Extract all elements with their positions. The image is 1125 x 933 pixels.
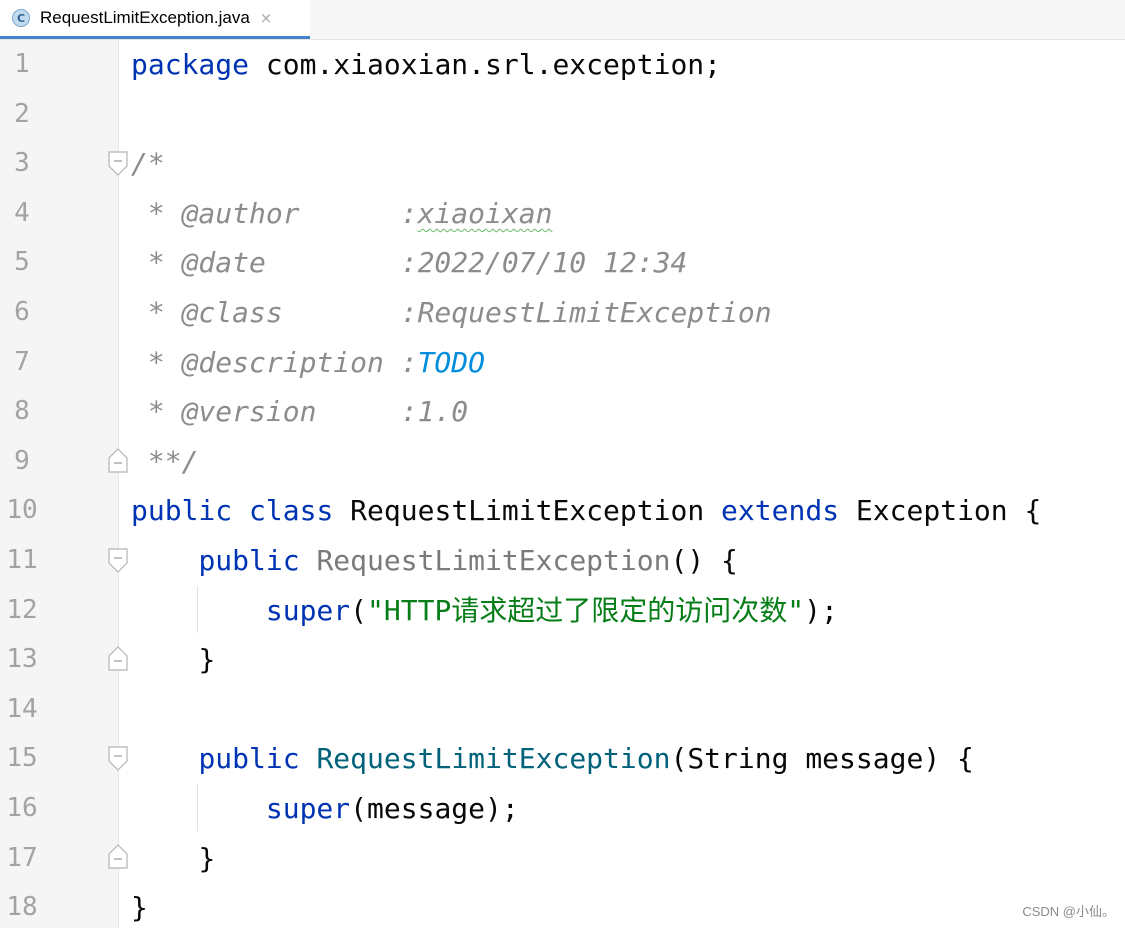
code-text: ); xyxy=(804,593,838,627)
comment-text: * @author : xyxy=(131,196,418,230)
line-number: 2 xyxy=(14,98,30,129)
code-line-3[interactable]: /* xyxy=(131,139,165,189)
code-text: (String message) { xyxy=(670,742,974,776)
constructor-name: RequestLimitException xyxy=(316,544,671,577)
code-line-13[interactable]: } xyxy=(131,635,215,685)
typo-warning-text: xiaoixan xyxy=(417,196,553,230)
code-line-5[interactable]: * @date :2022/07/10 12:34 xyxy=(131,238,687,288)
fold-end-icon[interactable] xyxy=(107,842,129,870)
line-number: 10 xyxy=(6,495,38,526)
comment-text: * @description : xyxy=(131,345,418,379)
line-number: 5 xyxy=(14,247,30,278)
keyword: package xyxy=(131,48,250,81)
class-name: RequestLimitException xyxy=(350,494,705,528)
comment-text: * @date :2022/07/10 12:34 xyxy=(131,246,688,280)
keyword: class xyxy=(249,494,334,528)
code-text: (message); xyxy=(350,792,519,825)
code-line-16[interactable]: super(message); xyxy=(131,784,519,834)
code-line-7[interactable]: * @description :TODO xyxy=(131,338,485,388)
superclass-name: Exception { xyxy=(855,494,1042,528)
code-line-17[interactable]: } xyxy=(131,834,215,884)
closing-brace: } xyxy=(198,841,216,875)
fold-end-icon[interactable] xyxy=(107,644,129,672)
code-line-9[interactable]: **/ xyxy=(131,437,199,487)
comment-text: /* xyxy=(131,147,165,181)
fold-collapse-icon[interactable] xyxy=(107,150,129,178)
line-number: 18 xyxy=(6,892,38,923)
line-number: 17 xyxy=(6,842,38,873)
line-number: 6 xyxy=(14,297,30,327)
code-line-18[interactable]: } xyxy=(131,883,148,933)
close-icon[interactable]: × xyxy=(260,9,273,27)
line-number: 1 xyxy=(14,49,30,79)
line-number: 9 xyxy=(14,445,30,476)
comment-text: * @class :RequestLimitException xyxy=(131,296,772,329)
code-line-15[interactable]: public RequestLimitException(String mess… xyxy=(131,734,974,784)
java-class-icon: C xyxy=(12,9,30,27)
keyword: super xyxy=(265,593,351,627)
editor-tab-bar: C RequestLimitException.java × xyxy=(0,0,1125,40)
watermark: CSDN @小仙。 xyxy=(1022,904,1115,919)
string-literal: "HTTP请求超过了限定的访问次数" xyxy=(367,593,805,627)
line-number: 11 xyxy=(6,545,38,575)
code-line-8[interactable]: * @version :1.0 xyxy=(131,387,468,437)
line-number: 12 xyxy=(6,594,38,625)
code-line-11[interactable]: public RequestLimitException() { xyxy=(131,536,738,586)
line-number: 7 xyxy=(14,346,30,377)
code-line-10[interactable]: public class RequestLimitException exten… xyxy=(131,486,1041,536)
fold-end-icon[interactable] xyxy=(107,446,129,474)
keyword: super xyxy=(265,792,351,825)
keyword: public xyxy=(131,494,233,528)
keyword: public xyxy=(198,544,300,577)
package-name: com.xiaoxian.srl.exception; xyxy=(249,48,722,81)
line-number: 8 xyxy=(14,396,30,427)
comment-text: * @version :1.0 xyxy=(131,395,469,429)
keyword: public xyxy=(198,742,300,776)
closing-brace: } xyxy=(131,891,148,925)
keyword: extends xyxy=(721,494,840,528)
code-line-1[interactable]: package com.xiaoxian.srl.exception; xyxy=(131,40,721,90)
todo-marker: TODO xyxy=(417,345,486,379)
code-line-4[interactable]: * @author :xiaoixan xyxy=(131,189,553,239)
line-number: 14 xyxy=(6,693,38,724)
line-number: 16 xyxy=(6,793,38,823)
code-line-12[interactable]: super("HTTP请求超过了限定的访问次数"); xyxy=(131,586,838,636)
line-number: 3 xyxy=(14,148,30,179)
code-text: () { xyxy=(670,544,738,577)
line-number: 4 xyxy=(14,197,30,228)
tab-title: RequestLimitException.java xyxy=(40,8,250,27)
line-number: 15 xyxy=(6,743,38,774)
editor-tab[interactable]: C RequestLimitException.java × xyxy=(0,0,310,39)
closing-brace: } xyxy=(198,643,216,677)
constructor-name: RequestLimitException xyxy=(316,742,671,776)
fold-collapse-icon[interactable] xyxy=(107,745,129,773)
code-line-6[interactable]: * @class :RequestLimitException xyxy=(131,288,772,338)
comment-text: **/ xyxy=(131,444,199,478)
code-text: ( xyxy=(350,593,368,627)
line-number: 13 xyxy=(6,644,38,675)
fold-collapse-icon[interactable] xyxy=(107,547,129,575)
